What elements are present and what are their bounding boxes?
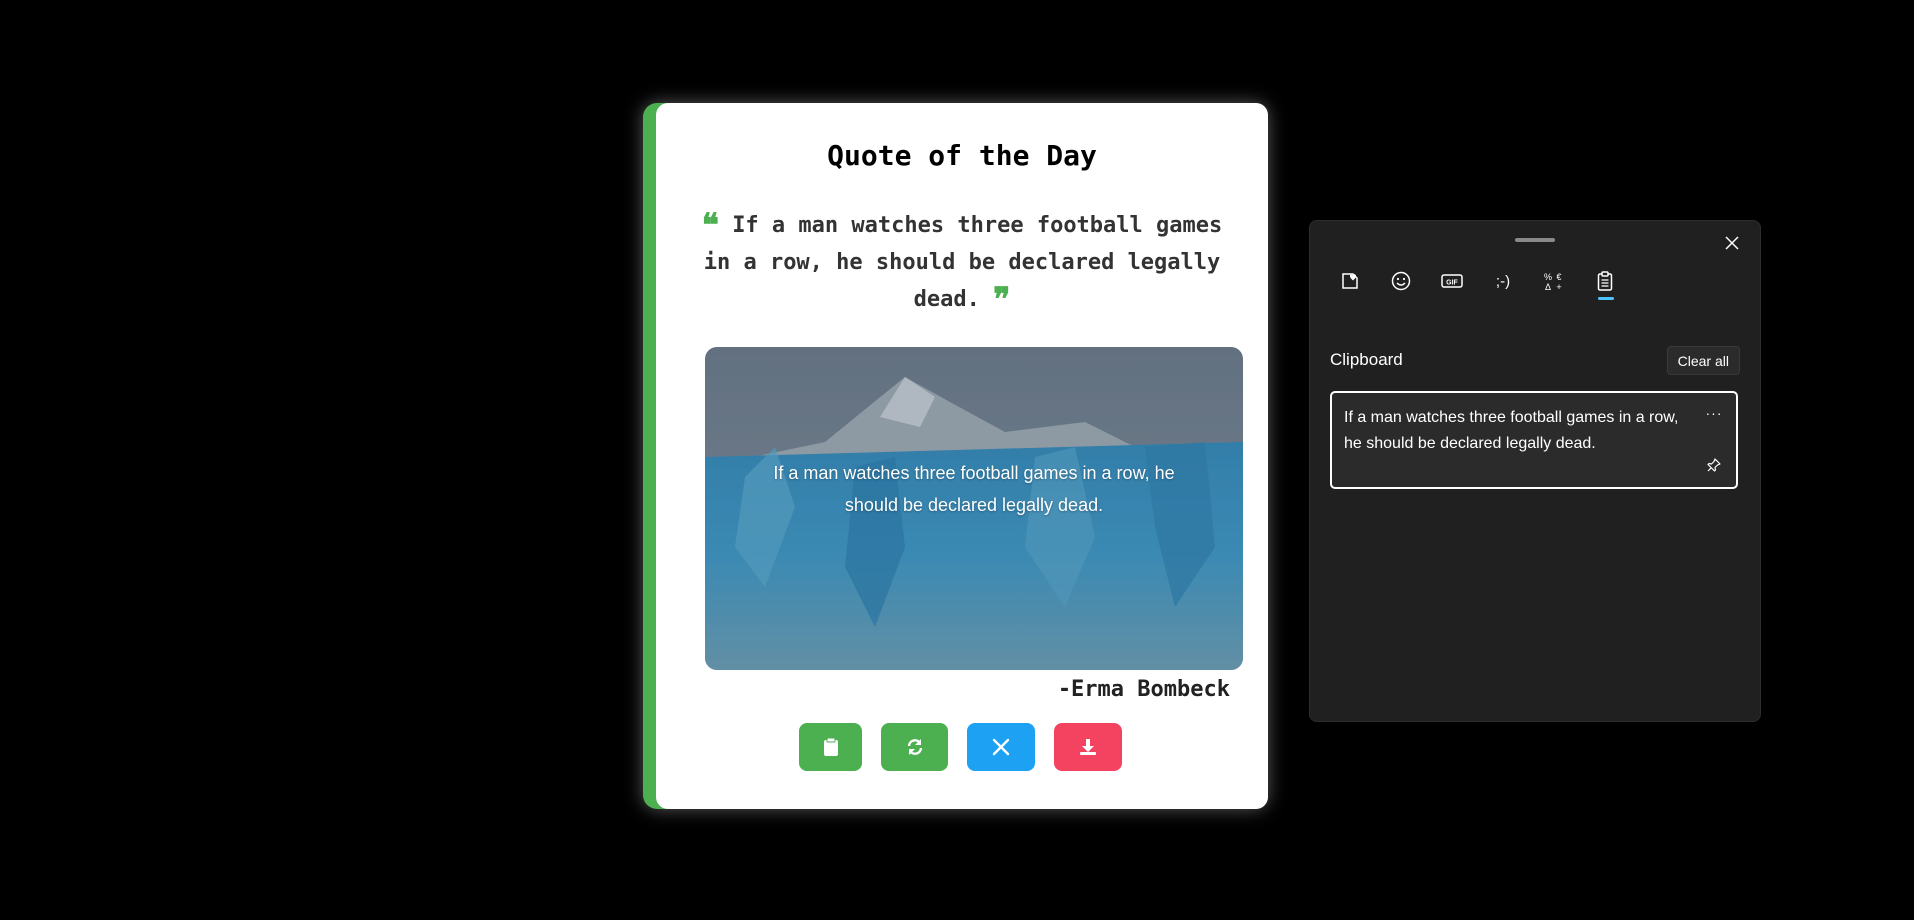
more-options-button[interactable]: ··· <box>1702 403 1726 423</box>
gif-icon: GIF <box>1441 274 1463 288</box>
pin-button[interactable] <box>1702 455 1726 475</box>
action-buttons <box>656 723 1268 771</box>
download-button[interactable] <box>1054 723 1122 771</box>
svg-text:+: + <box>1556 282 1561 292</box>
clipboard-icon <box>823 737 838 756</box>
clear-all-button[interactable]: Clear all <box>1666 346 1740 375</box>
image-caption: If a man watches three football games in… <box>773 463 1175 515</box>
copy-button[interactable] <box>799 723 862 771</box>
tab-gif[interactable]: GIF <box>1432 261 1472 301</box>
quote-text: If a man watches three football games in… <box>703 213 1223 312</box>
close-button[interactable] <box>1718 229 1746 257</box>
tab-emoji[interactable] <box>1381 261 1421 301</box>
pin-icon <box>1707 458 1721 472</box>
svg-text:Δ: Δ <box>1545 282 1551 292</box>
tab-kaomoji[interactable]: ;-) <box>1483 261 1523 301</box>
tab-clipboard[interactable] <box>1585 261 1625 301</box>
tab-stickers[interactable] <box>1330 261 1370 301</box>
symbols-icon: % € Δ + <box>1544 272 1562 292</box>
quote-text-block: ❝ If a man watches three football games … <box>696 207 1228 318</box>
card-title: Quote of the Day <box>827 139 1097 172</box>
x-logo-icon <box>992 738 1010 756</box>
close-quote-icon: ❞ <box>993 280 1011 318</box>
svg-text:GIF: GIF <box>1446 280 1458 287</box>
svg-text:%: % <box>1544 272 1552 282</box>
svg-text:;-): ;-) <box>1496 273 1510 290</box>
quote-card: Quote of the Day ❝ If a man watches thre… <box>643 103 1268 809</box>
selected-tab-indicator <box>1598 297 1614 300</box>
refresh-icon <box>907 739 922 755</box>
clipboard-icon <box>1597 271 1613 291</box>
quote-card-body: Quote of the Day ❝ If a man watches thre… <box>656 103 1268 809</box>
clipboard-item[interactable]: If a man watches three football games in… <box>1330 391 1738 489</box>
clipboard-panel: GIF ;-) % € Δ + Clipboard Clear all If a… <box>1309 220 1761 722</box>
quote-author: -Erma Bombeck <box>1057 677 1230 702</box>
tab-symbols[interactable]: % € Δ + <box>1534 261 1574 301</box>
share-x-button[interactable] <box>967 723 1035 771</box>
clipboard-section-title: Clipboard <box>1330 350 1403 369</box>
sticker-heart-icon <box>1342 273 1358 289</box>
svg-text:€: € <box>1556 272 1561 282</box>
kaomoji-icon: ;-) <box>1496 273 1510 290</box>
clipboard-item-text: If a man watches three football games in… <box>1344 409 1679 452</box>
emoji-icon <box>1391 271 1411 291</box>
quote-image: If a man watches three football games in… <box>705 347 1243 670</box>
download-icon <box>1080 739 1096 755</box>
refresh-button[interactable] <box>881 723 948 771</box>
open-quote-icon: ❝ <box>701 206 719 244</box>
close-icon <box>1725 236 1739 250</box>
drag-handle[interactable] <box>1515 238 1555 242</box>
